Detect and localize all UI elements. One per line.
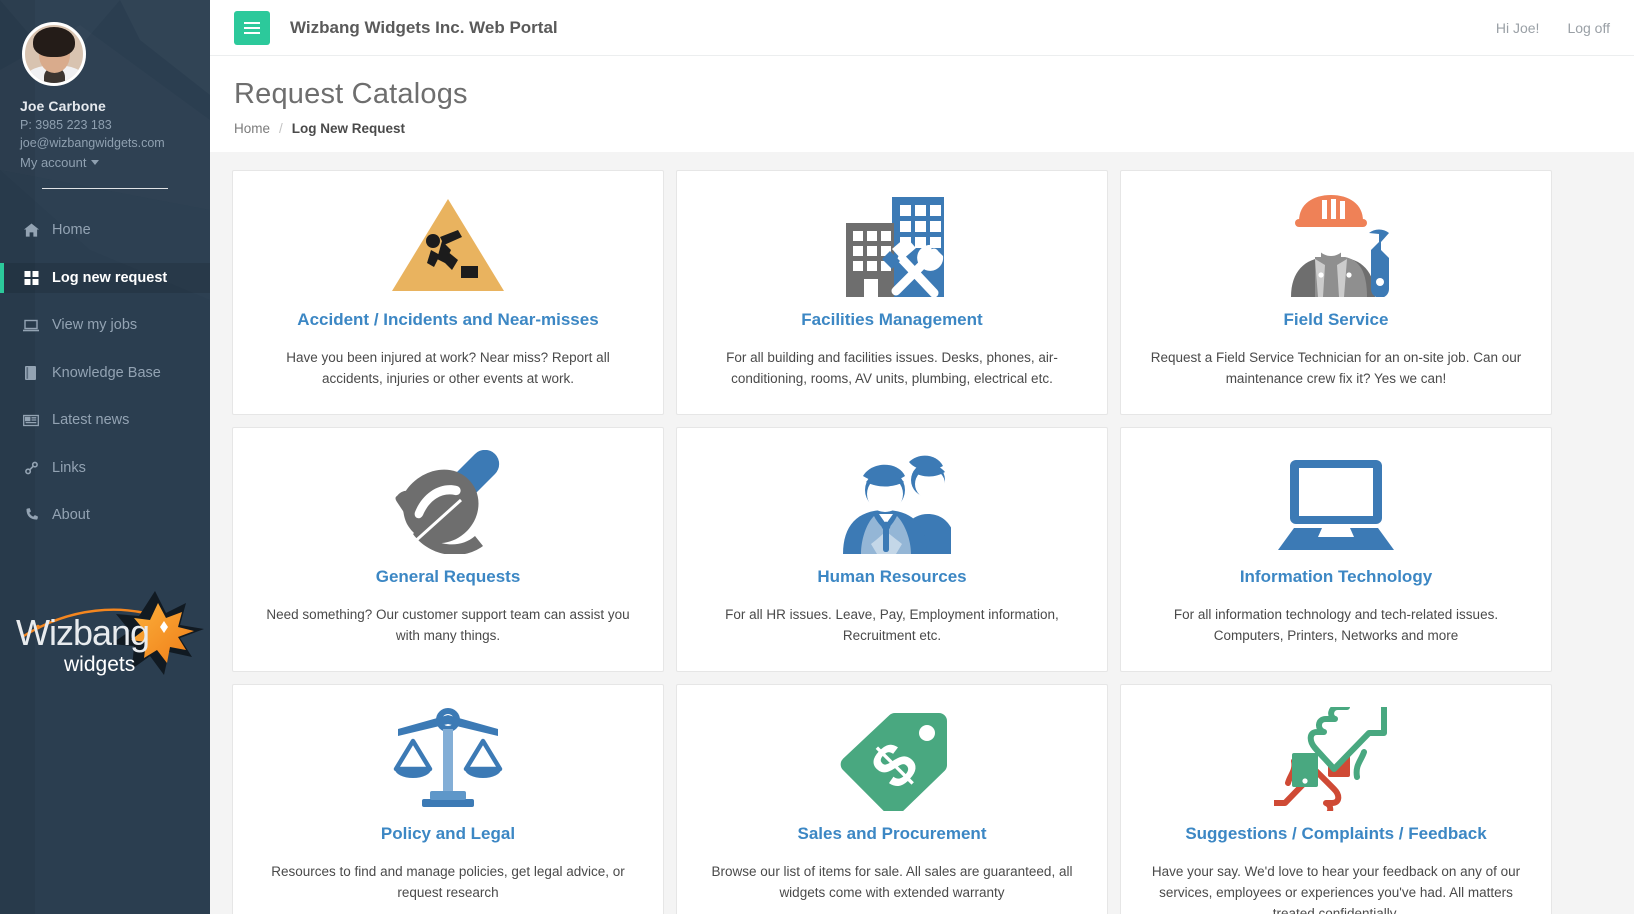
catalog-card-description: Need something? Our customer support tea…	[266, 607, 630, 644]
sidebar-item-label: Home	[52, 222, 91, 238]
catalog-card-facilities-management[interactable]: Facilities Management For all building a…	[676, 170, 1108, 416]
desktop-icon	[22, 319, 40, 332]
catalog-card-human-resources[interactable]: Human Resources For all HR issues. Leave…	[676, 427, 1108, 673]
breadcrumb-separator: /	[279, 121, 283, 136]
hamburger-menu-icon[interactable]	[234, 10, 270, 45]
sidebar-item-links[interactable]: Links	[0, 453, 210, 484]
catalog-card-title: Field Service	[1283, 310, 1389, 329]
breadcrumb: Home / Log New Request	[234, 121, 1610, 136]
grid-squares-icon	[22, 270, 40, 285]
page-title: Request Catalogs	[234, 78, 468, 110]
sidebar-item-latest-news[interactable]: Latest news	[0, 405, 210, 436]
link-chain-icon	[22, 461, 40, 475]
catalog-card-title: Sales and Procurement	[797, 824, 987, 844]
catalog-card-description: For all HR issues. Leave, Pay, Employmen…	[725, 607, 1059, 644]
avatar	[22, 22, 86, 86]
sidebar-divider	[42, 188, 168, 189]
catalog-card-description: Browse our list of items for sale. All s…	[711, 864, 1073, 901]
profile-name: Joe Carbone	[20, 98, 106, 114]
catalog-card-description: For all information technology and tech-…	[1173, 607, 1499, 644]
catalog-card-title: Policy and Legal	[380, 824, 516, 844]
catalog-card-information-technology[interactable]: Information Technology For all informati…	[1120, 427, 1552, 673]
catalog-card-sales-and-procurement[interactable]: $ Sales and Procurement Browse our list …	[676, 684, 1108, 914]
breadcrumb-home[interactable]: Home	[234, 121, 270, 136]
sidebar-item-label: Latest news	[52, 412, 130, 428]
laptop-icon	[1145, 446, 1527, 558]
catalog-card-description: Have your say. We'd love to hear your fe…	[1151, 864, 1521, 914]
catalog-content: Accident / Incidents and Near-misses Hav…	[210, 152, 1634, 914]
catalog-card-title: Suggestions / Complaints / Feedback	[1185, 824, 1487, 844]
profile-phone: P: 3985 223 183	[20, 118, 112, 132]
home-icon	[22, 223, 40, 237]
top-header-bar: Wizbang Widgets Inc. Web Portal Hi Joe! …	[210, 0, 1634, 56]
sidebar-item-about[interactable]: About	[0, 500, 210, 531]
catalog-card-description: For all building and facilities issues. …	[726, 350, 1058, 387]
catalog-card-title: Accident / Incidents and Near-misses	[297, 310, 599, 329]
breadcrumb-current: Log New Request	[291, 121, 406, 136]
svg-text:widgets: widgets	[63, 653, 135, 676]
sidebar: Joe Carbone P: 3985 223 183 joe@wizbangw…	[0, 0, 210, 914]
catalog-card-description: Have you been injured at work? Near miss…	[286, 350, 610, 387]
my-account-dropdown[interactable]: My account	[20, 155, 100, 170]
page-header: Request Catalogs Home / Log New Request	[210, 56, 1634, 152]
book-icon	[22, 365, 40, 380]
sidebar-item-label: Log new request	[52, 269, 168, 286]
sidebar-item-label: View my jobs	[52, 317, 138, 333]
catalog-card-field-service[interactable]: Field Service Request a Field Service Te…	[1120, 170, 1552, 416]
catalog-card-title: Human Resources	[817, 567, 967, 587]
chevron-down-icon	[91, 160, 100, 165]
sidebar-item-log-new-request[interactable]: Log new request	[0, 262, 210, 293]
technician-hardhat-wrench-icon	[1145, 189, 1527, 301]
greeting-label[interactable]: Hi Joe!	[1496, 20, 1540, 36]
wizbang-logo: Wizbang widgets	[0, 583, 210, 678]
sidebar-item-label: Links	[52, 459, 86, 476]
catalog-card-title: Information Technology	[1239, 567, 1433, 587]
service-bell-icon	[257, 446, 639, 558]
sidebar-item-label: Knowledge Base	[52, 364, 161, 381]
price-tag-dollar-icon: $	[701, 703, 1083, 815]
catalog-card-policy-and-legal[interactable]: Policy and Legal Resources to find and m…	[232, 684, 664, 914]
catalog-card-accident-incidents[interactable]: Accident / Incidents and Near-misses Hav…	[232, 170, 664, 416]
catalog-card-description: Request a Field Service Technician for a…	[1150, 350, 1522, 387]
logoff-link[interactable]: Log off	[1567, 20, 1610, 36]
main-area: Wizbang Widgets Inc. Web Portal Hi Joe! …	[210, 0, 1634, 914]
sidebar-item-label: About	[52, 507, 90, 523]
newspaper-icon	[22, 414, 40, 427]
buildings-tools-icon	[701, 189, 1083, 301]
catalog-card-suggestions-complaints-feedback[interactable]: Suggestions / Complaints / Feedback Have…	[1120, 684, 1552, 914]
catalog-card-title: General Requests	[375, 567, 521, 587]
balance-scales-icon	[257, 703, 639, 815]
my-account-label: My account	[20, 155, 87, 170]
catalog-grid: Accident / Incidents and Near-misses Hav…	[232, 170, 1612, 914]
catalog-card-title: Facilities Management	[801, 310, 983, 329]
sidebar-profile: Joe Carbone P: 3985 223 183 joe@wizbangw…	[0, 0, 210, 189]
catalog-card-general-requests[interactable]: General Requests Need something? Our cus…	[232, 427, 664, 673]
app-root: Joe Carbone P: 3985 223 183 joe@wizbangw…	[0, 0, 1634, 914]
wizbang-starburst-logo: Wizbang widgets	[16, 591, 204, 676]
two-people-icon	[701, 446, 1083, 558]
sidebar-item-home[interactable]: Home	[0, 215, 210, 246]
sidebar-item-knowledge-base[interactable]: Knowledge Base	[0, 358, 210, 389]
header-right-links: Hi Joe! Log off	[1496, 20, 1610, 36]
hazard-slip-fall-warning-icon	[257, 189, 639, 301]
phone-icon	[22, 508, 40, 522]
portal-title: Wizbang Widgets Inc. Web Portal	[290, 17, 558, 37]
sidebar-nav: Home Log new request View my jobs Knowle…	[0, 215, 210, 531]
profile-email: joe@wizbangwidgets.com	[20, 136, 165, 150]
thumbs-up-down-icon	[1145, 703, 1527, 815]
catalog-card-description: Resources to find and manage policies, g…	[271, 864, 625, 901]
sidebar-item-view-my-jobs[interactable]: View my jobs	[0, 310, 210, 341]
svg-text:Wizbang: Wizbang	[16, 612, 149, 653]
